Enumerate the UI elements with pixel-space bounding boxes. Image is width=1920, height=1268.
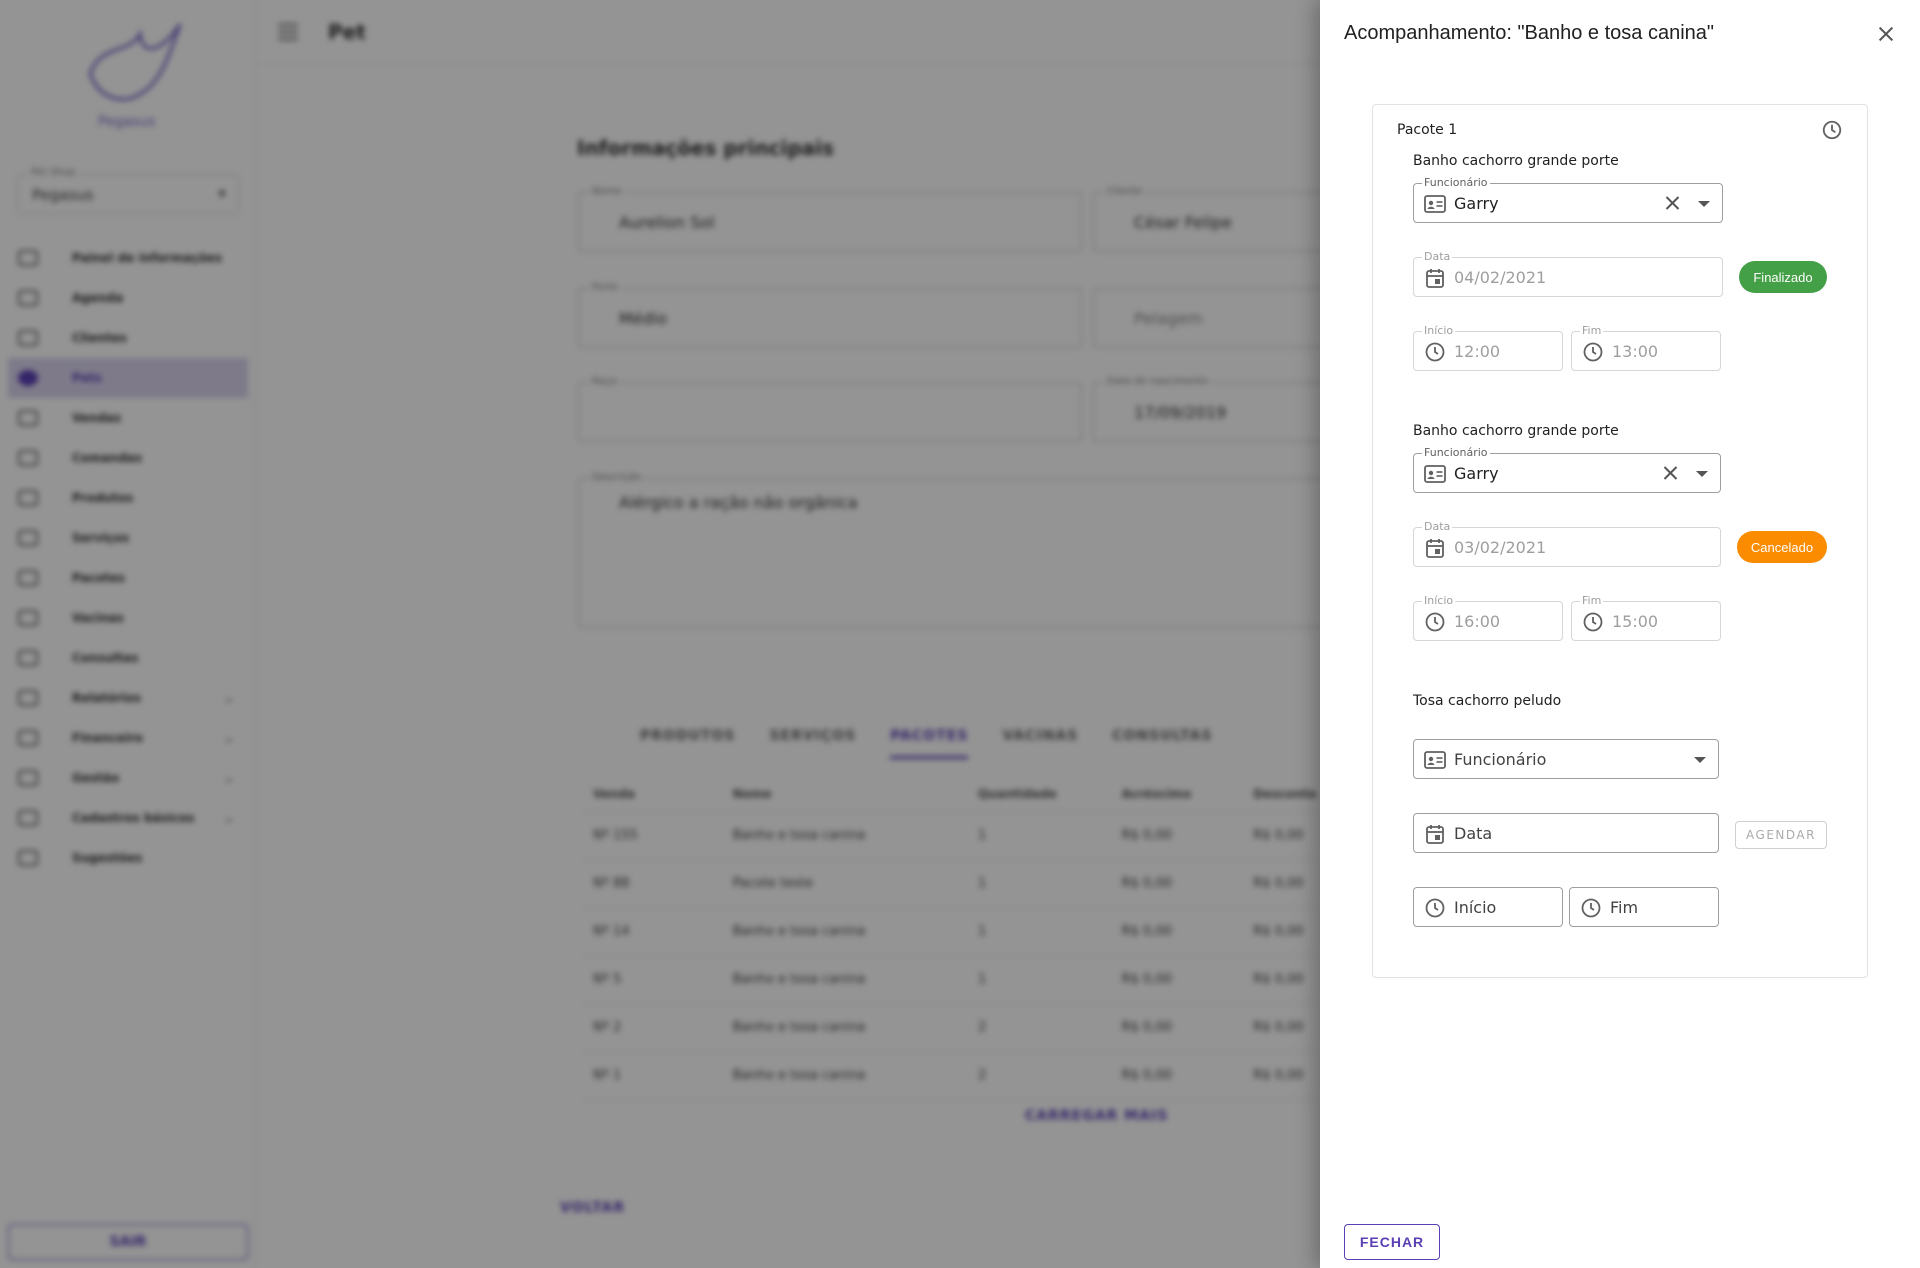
package-card: Pacote 1 Banho cachorro grande porte Fun… — [1372, 104, 1868, 978]
clock-icon — [1425, 898, 1445, 918]
data-field: Data 04/02/2021 — [1413, 250, 1723, 297]
service-title: Tosa cachorro peludo — [1413, 693, 1562, 709]
inicio-input[interactable]: Início — [1413, 887, 1563, 927]
fim-label: Fim — [1580, 324, 1604, 338]
fim-input[interactable]: Fim — [1569, 887, 1719, 927]
clock-icon — [1425, 612, 1445, 632]
fim-placeholder: Fim — [1610, 898, 1639, 917]
data-placeholder: Data — [1454, 824, 1493, 843]
id-card-icon — [1424, 751, 1446, 769]
fim-value: 15:00 — [1612, 612, 1659, 631]
close-button[interactable]: FECHAR — [1344, 1224, 1440, 1260]
caret-down-icon[interactable] — [1694, 757, 1706, 763]
agendar-button[interactable]: AGENDAR — [1735, 821, 1827, 849]
data-label: Data — [1422, 520, 1453, 534]
inicio-label: Início — [1422, 324, 1456, 338]
status-badge-finalizado: Finalizado — [1739, 261, 1827, 293]
inicio-label: Início — [1422, 594, 1456, 608]
clock-icon — [1583, 612, 1603, 632]
funcionario-select[interactable]: Funcionário Garry — [1413, 446, 1721, 493]
funcionario-value: Garry — [1454, 464, 1499, 483]
service-title: Banho cachorro grande porte — [1413, 423, 1619, 439]
funcionario-label: Funcionário — [1422, 446, 1490, 460]
funcionario-value: Garry — [1454, 194, 1499, 213]
drawer-title: Acompanhamento: "Banho e tosa canina" — [1344, 22, 1714, 44]
calendar-icon — [1426, 825, 1444, 844]
status-badge-cancelado: Cancelado — [1737, 531, 1827, 563]
tracking-drawer: Acompanhamento: "Banho e tosa canina" Pa… — [1320, 0, 1920, 1268]
service-title: Banho cachorro grande porte — [1413, 153, 1619, 169]
funcionario-select[interactable]: Funcionário Garry — [1413, 176, 1723, 223]
funcionario-select[interactable]: Funcionário — [1413, 739, 1719, 779]
data-label: Data — [1422, 250, 1453, 264]
caret-down-icon[interactable] — [1696, 471, 1708, 477]
funcionario-label: Funcionário — [1422, 176, 1490, 190]
funcionario-placeholder: Funcionário — [1454, 750, 1547, 769]
inicio-field: Início 16:00 — [1413, 594, 1563, 641]
inicio-placeholder: Início — [1454, 898, 1497, 917]
clear-icon[interactable] — [1662, 465, 1678, 481]
calendar-icon — [1426, 539, 1444, 558]
id-card-icon — [1424, 465, 1446, 483]
data-value: 04/02/2021 — [1454, 268, 1547, 287]
data-input[interactable]: Data — [1413, 813, 1719, 853]
package-title: Pacote 1 — [1397, 122, 1458, 138]
clock-icon — [1581, 898, 1601, 918]
inicio-value: 12:00 — [1454, 342, 1501, 361]
fim-field: Fim 13:00 — [1571, 324, 1721, 371]
close-icon[interactable] — [1874, 22, 1898, 46]
inicio-value: 16:00 — [1454, 612, 1501, 631]
history-icon[interactable] — [1821, 119, 1843, 141]
fim-value: 13:00 — [1612, 342, 1659, 361]
data-field: Data 03/02/2021 — [1413, 520, 1721, 567]
data-value: 03/02/2021 — [1454, 538, 1547, 557]
clock-icon — [1425, 342, 1445, 362]
inicio-field: Início 12:00 — [1413, 324, 1563, 371]
clock-icon — [1583, 342, 1603, 362]
calendar-icon — [1426, 269, 1444, 288]
fim-label: Fim — [1580, 594, 1604, 608]
clear-icon[interactable] — [1664, 195, 1680, 211]
caret-down-icon[interactable] — [1698, 201, 1710, 207]
fim-field: Fim 15:00 — [1571, 594, 1721, 641]
id-card-icon — [1424, 195, 1446, 213]
